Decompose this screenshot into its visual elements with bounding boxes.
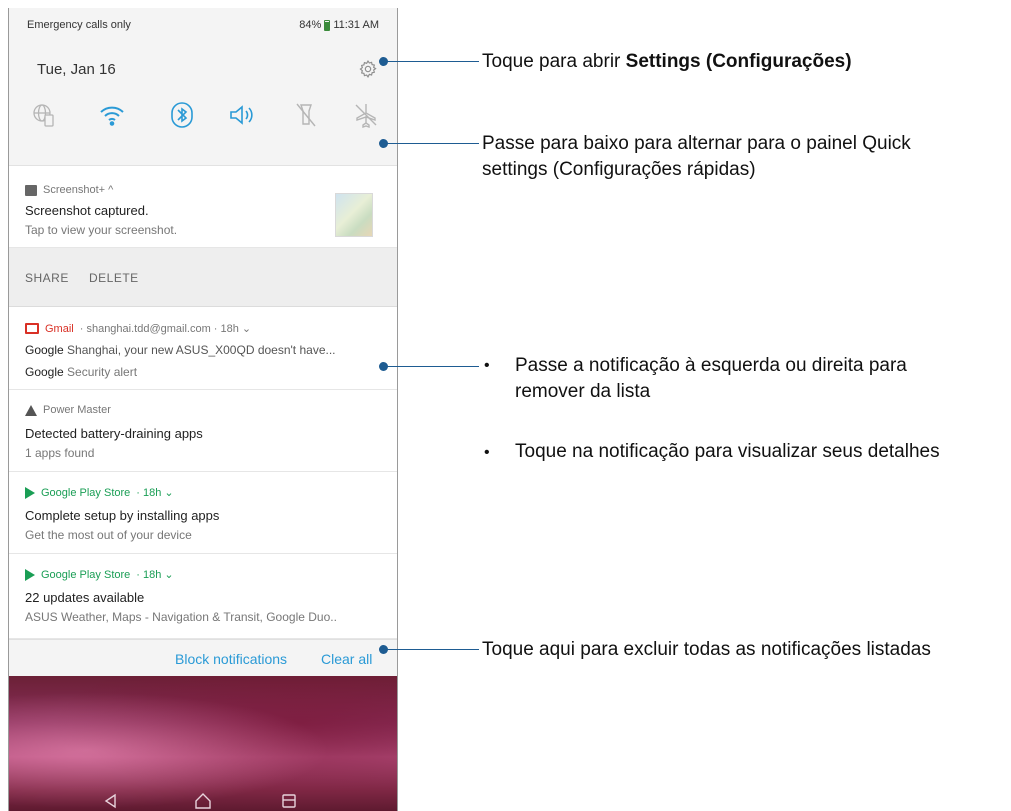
globe-icon[interactable] [27,98,61,132]
callout-line [386,649,479,650]
home-icon[interactable] [193,791,213,811]
status-bar: Emergency calls only 84% 11:31 AM [9,8,397,38]
play-store-icon [25,568,35,581]
flashlight-icon[interactable] [289,98,323,132]
delete-button[interactable]: DELETE [89,271,139,285]
gear-icon[interactable] [358,59,378,79]
bullet-marker: • [484,357,490,374]
notification-text: 1 apps found [25,446,95,460]
notification-meta: · shanghai.tdd@gmail.com · 18h ⌄ [79,323,252,335]
callout-swipe-down: Passe para baixo para alternar para o pa… [482,131,911,183]
status-right: 84% 11:31 AM [299,19,379,31]
callout-swipe-notification: Passe a notificação à esquerda ou direit… [515,353,907,405]
phone-screen: Emergency calls only 84% 11:31 AM Tue, J… [8,8,398,811]
callout-text: settings (Configurações rápidas) [482,159,756,180]
callout-bold-text: Settings (Configurações) [625,51,852,72]
play-store-icon [25,486,35,499]
notification-text: Get the most out of your device [25,528,192,542]
notification-text: ASUS Weather, Maps - Navigation & Transi… [25,610,337,624]
date-label: Tue, Jan 16 [37,61,116,78]
notification-title: Screenshot captured. [25,203,149,218]
notification-header: Power Master [25,404,111,416]
home-wallpaper [9,676,397,811]
notification-title: 22 updates available [25,590,145,605]
app-name: Google Play Store [41,486,131,499]
battery-percent: 84% [299,19,322,31]
callout-tap-notification: Toque na notificação para visualizar seu… [515,441,940,462]
quick-settings-panel[interactable]: Tue, Jan 16 [9,38,397,166]
carrier-text: Emergency calls only [27,19,131,31]
notification-line-1: Google Shanghai, your new ASUS_X00QD doe… [25,343,336,357]
share-button[interactable]: SHARE [25,271,69,285]
airplane-icon[interactable] [349,98,383,132]
bullet-marker: • [484,444,490,461]
notification-play-store[interactable]: Google Play Store · 18h ⌄ Complete setup… [9,472,397,554]
notification-header: Google Play Store · 18h ⌄ [25,486,174,499]
callout-line [386,61,479,62]
callout-text: remover da lista [515,381,651,402]
notification-header: Screenshot+ ^ [25,184,113,196]
notification-text: Tap to view your screenshot. [25,223,178,237]
callout-clear-all: Toque aqui para excluir todas as notific… [482,639,931,660]
block-notifications-button[interactable]: Block notifications [175,651,287,667]
gmail-icon [25,323,39,334]
notification-header: Google Play Store · 18h ⌄ [25,568,174,581]
notification-footer: Block notifications Clear all [9,639,397,676]
app-name: Google Play Store [41,568,131,581]
app-name: Gmail [45,322,74,335]
wifi-icon[interactable] [95,98,129,132]
callout-text: Toque para abrir [482,51,626,72]
clear-all-button[interactable]: Clear all [321,651,372,667]
recent-apps-icon[interactable] [279,791,299,811]
bluetooth-icon[interactable] [165,98,199,132]
snippet: Shanghai, your new ASUS_X00QD doesn't ha… [63,343,336,357]
notification-meta: · 18h ⌄ [136,487,174,499]
screenshot-thumbnail [335,193,373,237]
quick-tiles-row [27,98,377,132]
notification-meta: · 18h ⌄ [136,569,174,581]
notification-gmail[interactable]: Gmail · shanghai.tdd@gmail.com · 18h ⌄ G… [9,308,397,390]
notification-actions: SHARE DELETE [9,248,397,307]
battery-icon [324,19,331,31]
sender: Google [25,365,64,379]
callout-text: Passe a notificação à esquerda ou direit… [515,355,907,376]
notification-line-2: Google Security alert [25,365,137,379]
notification-header: Gmail · shanghai.tdd@gmail.com · 18h ⌄ [25,322,251,335]
clock: 11:31 AM [333,19,379,31]
app-name: Power Master [43,404,111,416]
snippet: Security alert [63,365,138,379]
notification-power-master[interactable]: Power Master Detected battery-draining a… [9,390,397,472]
notification-screenshot[interactable]: Screenshot+ ^ Screenshot captured. Tap t… [9,166,397,248]
power-master-icon [25,404,37,416]
app-name: Screenshot+ ^ [43,184,114,196]
callout-text: Passe para baixo para alternar para o pa… [482,133,911,154]
notification-play-store-updates[interactable]: Google Play Store · 18h ⌄ 22 updates ava… [9,554,397,639]
notification-title: Detected battery-draining apps [25,426,203,441]
sender: Google [25,343,64,357]
callout-line [386,366,479,367]
image-icon [25,184,37,196]
back-icon[interactable] [101,791,121,811]
callout-settings: Toque para abrir Settings (Configurações… [482,49,852,75]
callout-line [386,143,479,144]
notification-title: Complete setup by installing apps [25,508,220,523]
volume-icon[interactable] [225,98,259,132]
